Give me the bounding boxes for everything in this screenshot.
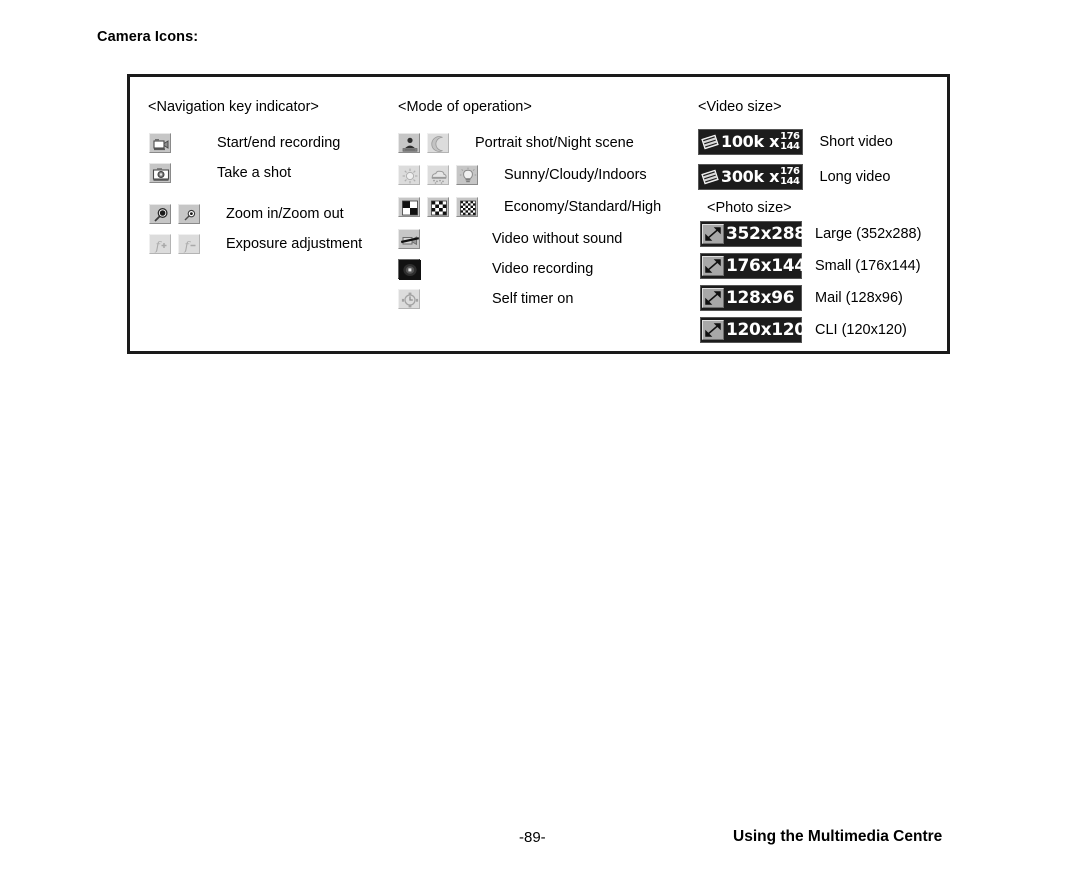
legend-label: Exposure adjustment: [226, 236, 363, 252]
resize-arrow-icon: [702, 288, 724, 308]
video-muted-icon: [398, 229, 420, 249]
column-header-mode: <Mode of operation>: [398, 99, 532, 115]
legend-row: Start/end recording: [149, 133, 340, 153]
film-strip-icon: [700, 132, 720, 152]
video-size-badge-short: 100k x 176 144: [698, 129, 803, 155]
column-header-photo-size: <Photo size>: [707, 200, 792, 216]
legend-row: Sunny/Cloudy/Indoors: [398, 165, 647, 185]
footer-section-title: Using the Multimedia Centre: [733, 828, 943, 845]
magnifier-small-icon: [178, 204, 200, 224]
video-size-resolution-stack: 176 144: [780, 132, 800, 152]
film-strip-icon: [700, 167, 720, 187]
legend-row: Take a shot: [149, 163, 291, 183]
resize-arrow-icon: [702, 256, 724, 276]
camera-icons-panel: <Navigation key indicator> <Mode of oper…: [127, 74, 950, 354]
legend-label: Portrait shot/Night scene: [475, 135, 634, 151]
photo-size-text: 176x144: [726, 255, 806, 276]
legend-label: Short video: [819, 134, 893, 150]
resolution-height: 144: [780, 176, 800, 187]
legend-label: CLI (120x120): [815, 322, 907, 338]
resolution-height: 144: [780, 141, 800, 152]
video-size-badge-long: 300k x 176 144: [698, 164, 803, 190]
legend-label: Take a shot: [217, 165, 292, 181]
legend-row: f f Exposure adjustment: [149, 234, 362, 254]
legend-row: Video recording: [398, 259, 594, 280]
video-size-prefix: 300k x: [721, 167, 780, 186]
legend-label: Zoom in/Zoom out: [226, 206, 344, 222]
legend-label: Video without sound: [492, 231, 623, 247]
exposure-plus-icon: f: [149, 234, 171, 254]
legend-row: Self timer on: [398, 289, 573, 309]
photo-size-text: 352x288: [726, 223, 806, 244]
legend-row: 300k x 176 144 Long video: [698, 164, 890, 190]
legend-row: 128x96 Mail (128x96): [700, 285, 903, 311]
checker-coarse-icon: [398, 197, 420, 217]
column-header-navigation: <Navigation key indicator>: [148, 99, 319, 115]
legend-label: Start/end recording: [217, 135, 341, 151]
legend-label: Small (176x144): [815, 258, 921, 274]
photo-size-badge-large: 352x288: [700, 221, 806, 247]
legend-row: Video without sound: [398, 229, 622, 249]
self-timer-icon: [398, 289, 420, 309]
legend-label: Large (352x288): [815, 226, 922, 242]
legend-label: Sunny/Cloudy/Indoors: [504, 167, 647, 183]
video-size-resolution-stack: 176 144: [780, 167, 800, 187]
exposure-minus-icon: f: [178, 234, 200, 254]
legend-row: 120x120 CLI (120x120): [700, 317, 907, 343]
resize-arrow-icon: [702, 320, 724, 340]
legend-label: Self timer on: [492, 291, 574, 307]
photo-size-badge-cli: 120x120: [700, 317, 806, 343]
legend-label: Mail (128x96): [815, 290, 903, 306]
footer-page-number: -89-: [519, 829, 546, 846]
legend-row: 100k x 176 144 Short video: [698, 129, 893, 155]
checker-medium-icon: [427, 197, 449, 217]
video-record-icon: [398, 259, 421, 280]
svg-text:f: f: [184, 239, 192, 253]
cloud-rain-icon: [427, 165, 449, 185]
legend-row: 176x144 Small (176x144): [700, 253, 921, 279]
sun-icon: [398, 165, 420, 185]
light-bulb-icon: [456, 165, 478, 185]
magnifier-large-icon: [149, 204, 171, 224]
resize-arrow-icon: [702, 224, 724, 244]
page-title: Camera Icons:: [97, 29, 199, 45]
legend-row: Zoom in/Zoom out: [149, 204, 344, 224]
video-size-prefix: 100k x: [721, 132, 780, 151]
checker-fine-icon: [456, 197, 478, 217]
legend-row: Economy/Standard/High: [398, 197, 661, 217]
photo-size-text: 128x96: [726, 287, 795, 308]
photo-camera-icon: [149, 163, 171, 183]
svg-text:f: f: [155, 239, 163, 253]
photo-size-badge-small: 176x144: [700, 253, 806, 279]
legend-label: Long video: [819, 169, 891, 185]
moon-icon: [427, 133, 449, 153]
photo-size-text: 120x120: [726, 319, 806, 340]
legend-row: 352x288 Large (352x288): [700, 221, 921, 247]
portrait-icon: [398, 133, 420, 153]
column-header-video-size: <Video size>: [698, 99, 782, 115]
legend-row: Portrait shot/Night scene: [398, 133, 634, 153]
legend-label: Economy/Standard/High: [504, 199, 662, 215]
video-camera-icon: [149, 133, 171, 153]
photo-size-badge-mail: 128x96: [700, 285, 802, 311]
legend-label: Video recording: [492, 261, 594, 277]
